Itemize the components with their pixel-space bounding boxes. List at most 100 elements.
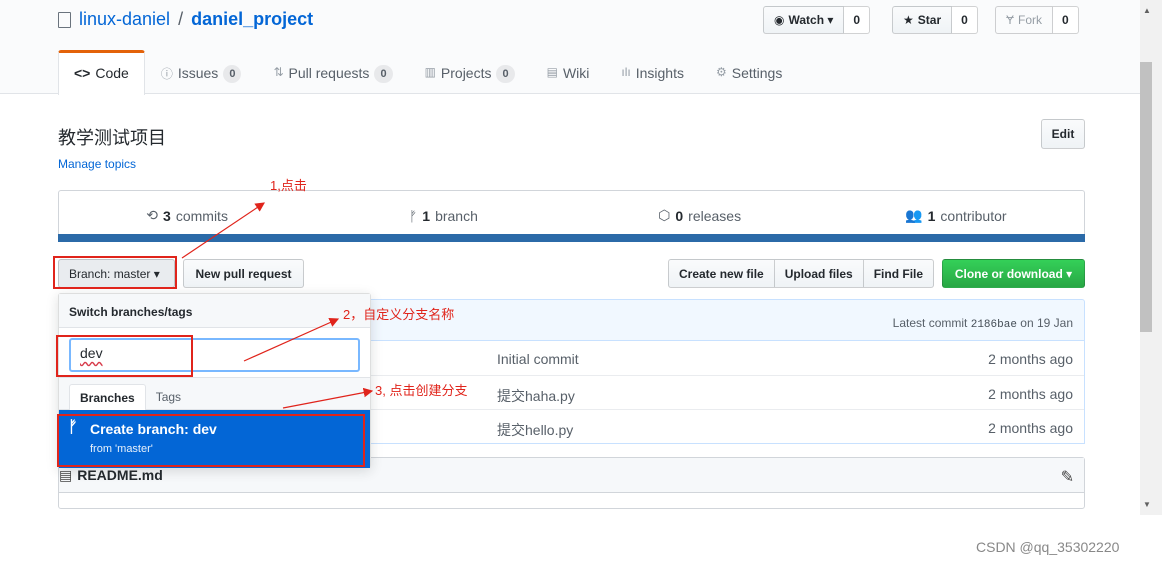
issues-counter: 0 <box>223 65 242 83</box>
highlight-branch-button <box>53 256 177 289</box>
commit-message-link[interactable]: 提交hello.py <box>497 420 573 440</box>
tab-code[interactable]: <> Code <box>58 50 145 95</box>
watch-button[interactable]: ◉ Watch ▾ <box>763 6 845 34</box>
project-icon: ▥ <box>424 65 436 79</box>
releases-link[interactable]: ⬡ 0 releases <box>572 191 828 240</box>
commit-message-link[interactable]: 提交haha.py <box>497 386 575 406</box>
pull-request-icon: ⇅ <box>273 65 284 79</box>
highlight-create-branch <box>57 414 365 467</box>
commit-sha-link[interactable]: 2186bae <box>971 319 1017 331</box>
repo-icon <box>58 11 71 28</box>
branch-icon: ᚠ <box>408 207 418 224</box>
fork-group: Ɏ Fork 0 <box>995 6 1079 34</box>
tab-settings[interactable]: ⚙ Settings <box>700 50 798 94</box>
tab-projects[interactable]: ▥ Projects 0 <box>409 50 531 94</box>
commits-count: 3 <box>163 207 171 224</box>
tab-issues-label: Issues <box>177 65 219 81</box>
highlight-branch-input <box>56 335 193 377</box>
commit-age: 2 months ago <box>988 420 1073 436</box>
fork-button[interactable]: Ɏ Fork <box>995 6 1054 34</box>
latest-commit-label: Latest commit <box>892 316 968 330</box>
people-icon: 👥 <box>905 207 923 223</box>
star-button[interactable]: ★ Star <box>892 6 953 34</box>
repo-name-link[interactable]: daniel_project <box>191 9 313 30</box>
clone-download-button[interactable]: Clone or download ▾ <box>942 259 1085 288</box>
scroll-up-icon[interactable]: ▲ <box>1143 6 1151 15</box>
watch-count[interactable]: 0 <box>844 6 871 34</box>
new-pull-request-button[interactable]: New pull request <box>183 259 304 288</box>
scrollbar-thumb[interactable] <box>1140 62 1152 332</box>
tab-wiki[interactable]: ▤ Wiki <box>531 50 606 94</box>
repo-header: linux-daniel / daniel_project ◉ Watch ▾ … <box>0 0 1140 95</box>
fork-label: Fork <box>1018 13 1043 27</box>
tab-pull-requests[interactable]: ⇅ Pull requests 0 <box>257 50 408 94</box>
commit-age: 2 months ago <box>988 386 1073 402</box>
pencil-icon[interactable]: ✎ <box>1061 467 1074 487</box>
branch-count: 1 <box>422 207 431 224</box>
repo-owner-link[interactable]: linux-daniel <box>79 9 170 30</box>
page: linux-daniel / daniel_project ◉ Watch ▾ … <box>0 0 1162 564</box>
contributor-count: 1 <box>927 207 936 224</box>
book-icon: ▤ <box>546 65 558 79</box>
tab-pulls-label: Pull requests <box>288 65 370 81</box>
watermark: CSDN @qq_35302220 <box>976 539 1120 555</box>
watch-label: Watch ▾ <box>788 13 834 27</box>
branch-label: branch <box>435 207 478 224</box>
find-file-button[interactable]: Find File <box>862 259 935 288</box>
dropdown-header: Switch branches/tags <box>59 294 370 328</box>
commit-age: 2 months ago <box>988 351 1073 367</box>
latest-commit: Latest commit 2186bae on 19 Jan <box>893 316 1073 331</box>
readme-title: README.md <box>77 467 163 483</box>
gear-icon: ⚙ <box>715 65 727 79</box>
upload-files-button[interactable]: Upload files <box>773 259 864 288</box>
tab-projects-label: Projects <box>440 65 492 81</box>
create-new-file-button[interactable]: Create new file <box>668 259 775 288</box>
language-bar[interactable] <box>58 234 1085 242</box>
commits-label: commits <box>175 207 228 224</box>
eye-icon: ◉ <box>774 13 785 27</box>
repo-nav: <> Code ⓘ Issues 0 ⇅ Pull requests 0 ▥ P… <box>58 50 798 95</box>
star-label: Star <box>917 13 942 27</box>
numbers-summary: ⟲ 3 commits ᚠ 1 branch ⬡ 0 releases 👥 1 … <box>58 190 1085 240</box>
repo-title-separator: / <box>178 9 184 29</box>
star-group: ★ Star 0 <box>892 6 978 34</box>
projects-counter: 0 <box>496 65 515 83</box>
history-icon: ⟲ <box>146 207 159 223</box>
tab-wiki-label: Wiki <box>562 65 590 81</box>
code-icon: <> <box>74 65 91 81</box>
tab-insights-label: Insights <box>635 65 684 81</box>
graph-icon: ılı <box>621 65 631 79</box>
tab-settings-label: Settings <box>731 65 783 81</box>
star-icon: ★ <box>903 13 914 27</box>
contributor-label: contributor <box>940 207 1007 224</box>
edit-button[interactable]: Edit <box>1041 119 1085 149</box>
commit-message-link[interactable]: Initial commit <box>497 351 579 367</box>
tab-code-label: Code <box>95 65 129 81</box>
annotation-step2: 2，自定义分支名称 <box>343 307 455 322</box>
tab-branches[interactable]: Branches <box>69 384 146 410</box>
releases-label: releases <box>688 207 742 224</box>
fork-count[interactable]: 0 <box>1053 6 1079 34</box>
releases-count: 0 <box>675 207 684 224</box>
fork-icon: Ɏ <box>1006 13 1015 27</box>
book-icon: ▤ <box>59 466 73 483</box>
tab-tags[interactable]: Tags <box>146 384 191 409</box>
issue-icon: ⓘ <box>160 67 173 81</box>
commit-date: on 19 Jan <box>1020 316 1073 330</box>
repo-description: 教学测试项目 <box>58 128 166 148</box>
commits-link[interactable]: ⟲ 3 commits <box>59 191 315 240</box>
manage-topics-link[interactable]: Manage topics <box>58 157 136 171</box>
star-count[interactable]: 0 <box>952 6 978 34</box>
tab-issues[interactable]: ⓘ Issues 0 <box>145 50 258 94</box>
branches-link[interactable]: ᚠ 1 branch <box>315 191 571 240</box>
file-actions: Create new file Upload files Find File <box>668 259 935 288</box>
watch-group: ◉ Watch ▾ 0 <box>763 6 871 34</box>
annotation-step1: 1,点击 <box>270 178 307 193</box>
dropdown-tabs: Branches Tags <box>59 378 370 410</box>
annotation-step3: 3, 点击创建分支 <box>375 383 468 398</box>
tab-insights[interactable]: ılı Insights <box>605 50 700 94</box>
repo-title: linux-daniel / daniel_project <box>58 9 313 30</box>
scroll-down-icon[interactable]: ▼ <box>1143 500 1151 509</box>
contributors-link[interactable]: 👥 1 contributor <box>828 191 1084 240</box>
pulls-counter: 0 <box>374 65 393 83</box>
